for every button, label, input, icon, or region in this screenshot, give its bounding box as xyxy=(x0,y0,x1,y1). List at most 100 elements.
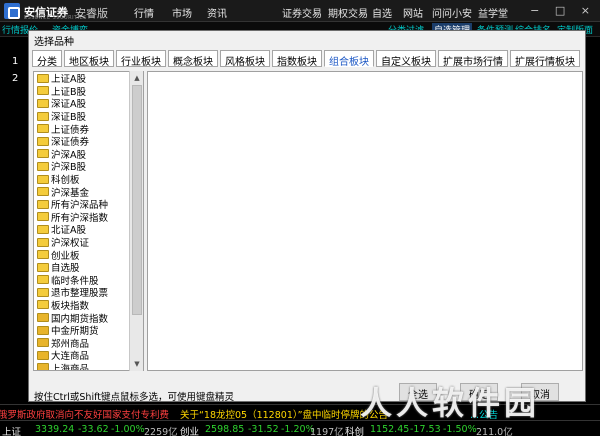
tree-item[interactable]: 创业板 xyxy=(34,248,143,262)
folder-icon xyxy=(37,224,49,234)
watermark-text: 人人软件园 xyxy=(360,384,541,422)
tree-item[interactable]: 深证债券 xyxy=(34,135,143,148)
scroll-up-arrow-icon[interactable]: ▲ xyxy=(131,72,143,84)
tree-item[interactable]: 临时条件股 xyxy=(34,274,143,287)
tree-item[interactable]: 退市整理股票 xyxy=(34,286,143,299)
tree-item[interactable]: 深证A股 xyxy=(34,97,143,110)
menu-watchlist[interactable]: 自选 xyxy=(372,5,392,20)
cy-index-value: 2598.85 xyxy=(205,424,245,435)
menu-options-trade[interactable]: 期权交易 xyxy=(328,5,368,20)
category-tree[interactable]: 上证A股 上证B股 深证A股 深证B股 上证债券 深证债券 沪深A股 沪深B股 科创板 沪深基金所… xyxy=(33,71,144,371)
folder-icon xyxy=(37,363,49,370)
tree-item[interactable]: 中金所期货 xyxy=(34,324,143,337)
watermark-logo: 人人软件园 xyxy=(360,376,590,422)
folder-icon xyxy=(37,313,49,323)
tree-item[interactable]: 沪深B股 xyxy=(34,160,143,173)
folder-icon xyxy=(37,338,49,348)
sh-index-label[interactable]: 上证 xyxy=(2,424,21,436)
tree-scrollbar[interactable]: ▲ ▼ xyxy=(129,71,143,371)
tree-item[interactable]: 北证A股 xyxy=(34,223,143,236)
tab-concept-sector[interactable]: 概念板块 xyxy=(168,50,218,68)
tab-index-sector[interactable]: 指数板块 xyxy=(272,50,322,68)
tree-item[interactable]: 国内期货指数 xyxy=(34,311,143,325)
kc-index-pct: -1.50% xyxy=(443,424,477,435)
stock-list-pane[interactable] xyxy=(147,71,583,371)
tree-item[interactable]: 上证债券 xyxy=(34,122,143,136)
dialog-title: 选择品种 xyxy=(29,31,585,48)
kc-index-change: -17.53 xyxy=(410,424,441,435)
tree-item[interactable]: 所有沪深品种 xyxy=(34,198,143,211)
menu-website[interactable]: 网站 xyxy=(403,5,423,20)
scroll-thumb[interactable] xyxy=(132,85,142,315)
tree-item[interactable]: 科创板 xyxy=(34,173,143,186)
cy-index-amount: 1197亿 xyxy=(310,427,344,436)
tree-item-label: 上海商品 xyxy=(51,363,90,371)
folder-icon xyxy=(37,212,49,222)
window-controls[interactable]: − □ × xyxy=(530,4,596,17)
folder-icon xyxy=(37,98,49,108)
folder-icon xyxy=(37,174,49,184)
cy-index-label[interactable]: 创业 xyxy=(180,424,199,436)
tree-item[interactable]: 大连商品 xyxy=(34,349,143,362)
tree-item[interactable]: 沪深权证 xyxy=(34,236,143,249)
tree-item[interactable]: 所有沪深指数 xyxy=(34,211,143,224)
tree-item[interactable]: 沪深基金 xyxy=(34,185,143,199)
folder-icon xyxy=(37,199,49,209)
tab-extended-market-quotes[interactable]: 扩展市场行情 xyxy=(438,50,508,68)
select-variety-dialog: 选择品种 分类 地区板块 行业板块 概念板块 风格板块 指数板块 组合板块 自定… xyxy=(28,30,586,403)
menu-securities-trade[interactable]: 证券交易 xyxy=(282,5,322,20)
folder-icon xyxy=(37,187,49,197)
kc-index-value: 1152.45 xyxy=(370,424,410,435)
tree-item[interactable]: 自选股 xyxy=(34,261,143,274)
folder-icon xyxy=(37,149,49,159)
tree-item[interactable]: 郑州商品 xyxy=(34,336,143,350)
menu-yixuetang[interactable]: 益学堂 xyxy=(478,5,508,20)
tab-custom-sector[interactable]: 自定义板块 xyxy=(376,50,436,68)
ticker-news[interactable]: 俄罗斯政府取消向不友好国家支付专利费 xyxy=(0,407,169,420)
multi-select-hint: 按住Ctrl或Shift键点鼠标多选，可使用键盘精灵 xyxy=(34,392,234,403)
folder-icon xyxy=(37,300,49,310)
folder-icon xyxy=(37,275,49,285)
menu-quotes[interactable]: 行情 xyxy=(134,5,154,20)
brand-logo-icon xyxy=(4,3,20,19)
tab-category[interactable]: 分类 xyxy=(32,50,62,68)
sh-index-pct: -1.00% xyxy=(111,424,145,435)
menu-market[interactable]: 市场 xyxy=(172,5,192,20)
tree-item[interactable]: 板块指数 xyxy=(34,299,143,312)
edition-label: 安睿版 xyxy=(75,7,108,20)
tab-style-sector[interactable]: 风格板块 xyxy=(220,50,270,68)
folder-icon xyxy=(37,250,49,260)
dialog-tab-strip: 分类 地区板块 行业板块 概念板块 风格板块 指数板块 组合板块 自定义板块 扩… xyxy=(32,50,580,68)
tab-region-sector[interactable]: 地区板块 xyxy=(64,50,114,68)
tree-item[interactable]: 沪深A股 xyxy=(34,148,143,161)
scroll-down-arrow-icon[interactable]: ▼ xyxy=(131,358,143,370)
tree-item[interactable]: 上海商品 xyxy=(34,362,143,371)
folder-icon xyxy=(37,136,49,146)
folder-icon xyxy=(37,262,49,272)
tab-extended-quote-sector[interactable]: 扩展行情板块 xyxy=(510,50,580,68)
menu-ask-an[interactable]: 问问小安 xyxy=(432,5,472,20)
folder-icon xyxy=(37,350,49,360)
folder-icon xyxy=(37,73,49,83)
top-menubar: 安信证券 ESSENCE SECURITIES 安睿版 行情 市场 资讯 证券交… xyxy=(0,0,600,22)
folder-icon xyxy=(37,124,49,134)
sh-index-value: 3339.24 xyxy=(35,424,75,435)
cy-index-change: -31.52 xyxy=(248,424,279,435)
sh-index-change: -33.62 xyxy=(78,424,109,435)
folder-icon xyxy=(37,161,49,171)
sh-index-amount: 2259亿 xyxy=(144,427,178,436)
folder-icon xyxy=(37,287,49,297)
kc-index-label[interactable]: 科创 xyxy=(345,424,364,436)
row-number: 1 xyxy=(12,56,19,67)
ticker-news[interactable]: 关于“18龙控05（112801）”盘中临时停牌的公告 xyxy=(180,407,388,420)
tree-item[interactable]: 上证A股 xyxy=(34,72,143,85)
folder-icon xyxy=(37,237,49,247)
folder-icon xyxy=(37,325,49,335)
menu-news[interactable]: 资讯 xyxy=(207,5,227,20)
row-number: 2 xyxy=(12,73,19,84)
tree-item[interactable]: 上证B股 xyxy=(34,85,143,98)
kc-index-amount: 211.0亿 xyxy=(476,427,513,436)
tree-item[interactable]: 深证B股 xyxy=(34,110,143,123)
tab-portfolio-sector[interactable]: 组合板块 xyxy=(324,50,374,68)
tab-industry-sector[interactable]: 行业板块 xyxy=(116,50,166,68)
